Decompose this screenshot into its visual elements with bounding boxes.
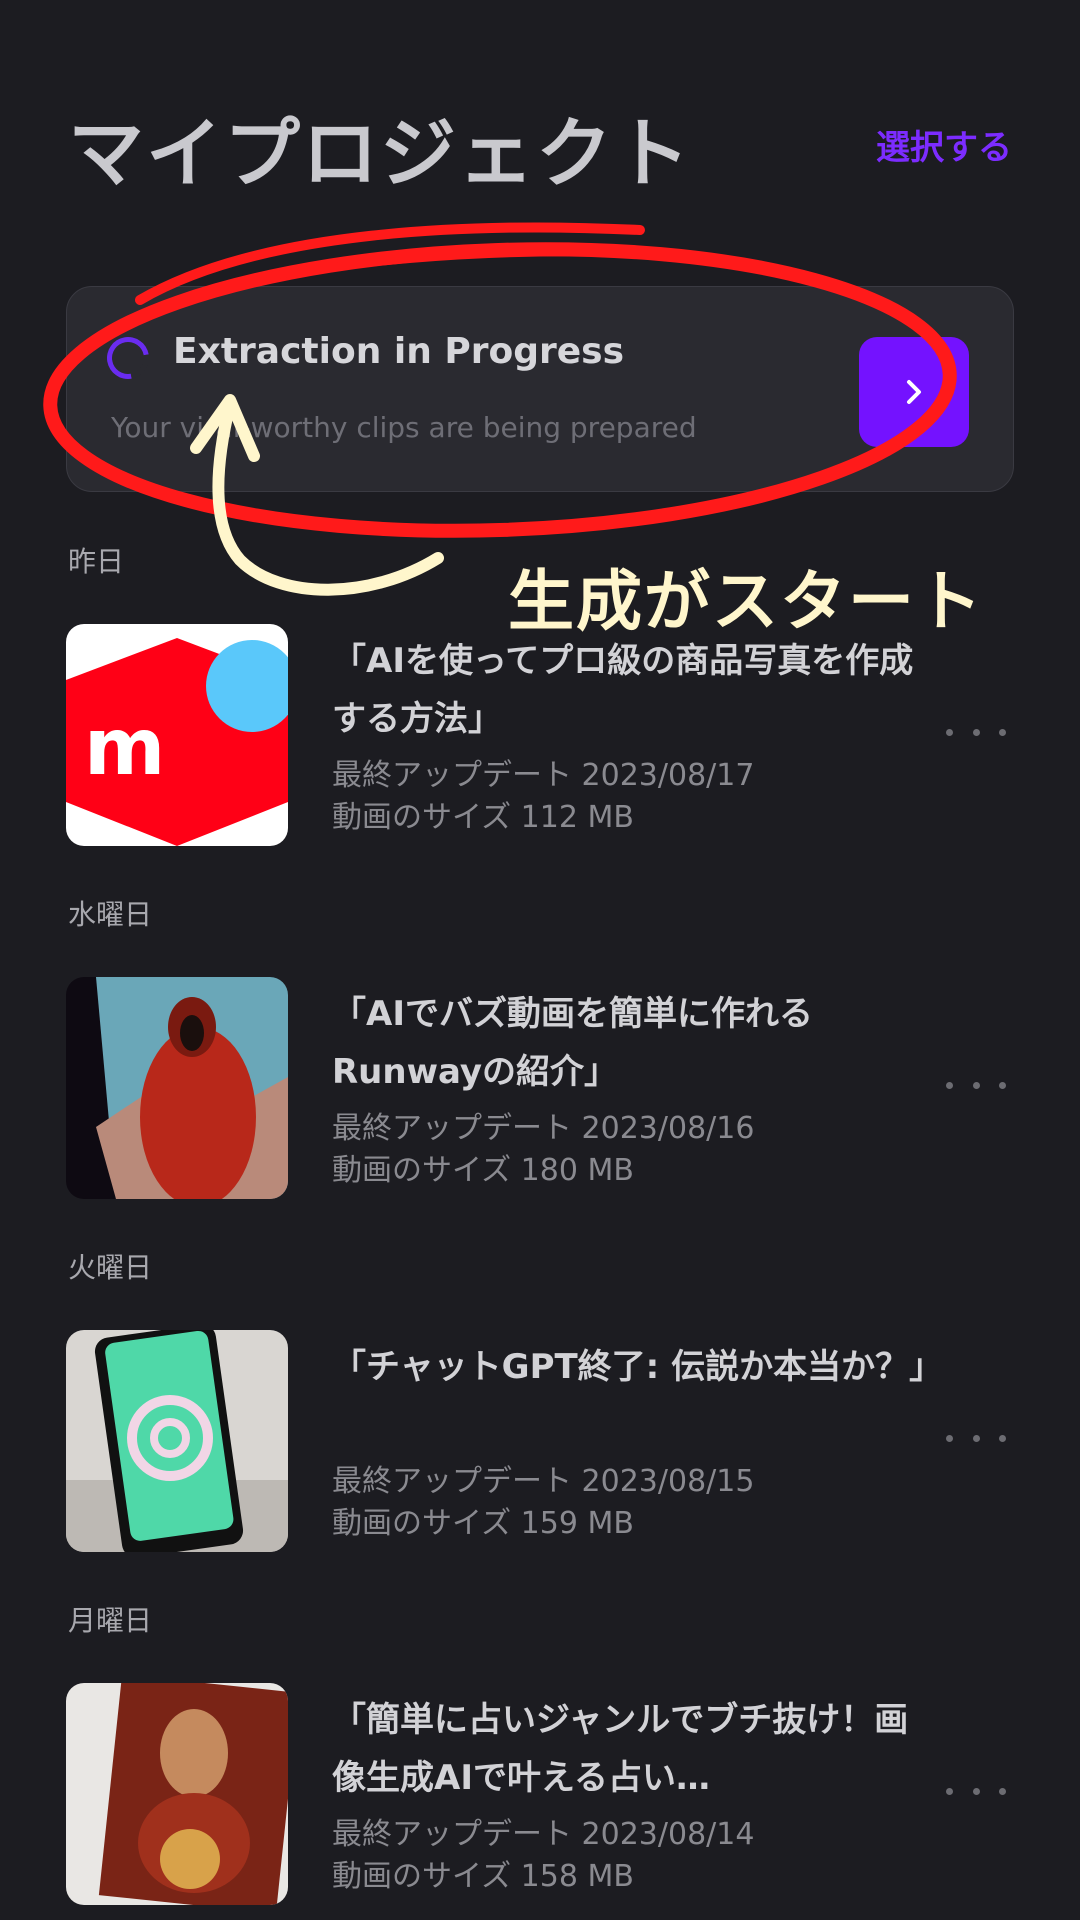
header: マイプロジェクト 選択する xyxy=(68,92,1012,198)
section-label: 水曜日 xyxy=(68,898,153,931)
open-extraction-button[interactable] xyxy=(859,337,969,447)
updated-date: 最終アップデート 2023/08/15 xyxy=(332,1464,755,1499)
project-thumbnail xyxy=(66,977,288,1199)
more-options-icon[interactable] xyxy=(946,1418,1006,1458)
page-title: マイプロジェクト xyxy=(68,109,692,198)
project-title: 「簡単に占いジャンルでブチ抜け！画像生成AIで叶える占い… xyxy=(332,1700,909,1798)
project-thumbnail xyxy=(66,1683,288,1905)
more-options-icon[interactable] xyxy=(946,1065,1006,1105)
more-options-icon[interactable] xyxy=(946,1771,1006,1811)
extraction-subtitle: Your viral-worthy clips are being prepar… xyxy=(111,411,697,444)
project-item[interactable]: m 「AIを使ってプロ級の商品写真を作成する方法」 最終アップデート 2023/… xyxy=(66,624,1014,846)
updated-date: 最終アップデート 2023/08/14 xyxy=(332,1817,755,1852)
section-label: 月曜日 xyxy=(68,1604,153,1637)
extraction-progress-card[interactable]: Extraction in Progress Your viral-worthy… xyxy=(66,286,1014,492)
section-label: 火曜日 xyxy=(68,1251,153,1284)
project-item[interactable]: 「AIでバズ動画を簡単に作れるRunwayの紹介」 最終アップデート 2023/… xyxy=(66,977,1014,1199)
project-thumbnail: m xyxy=(66,624,288,846)
chevron-right-icon xyxy=(907,380,921,404)
svg-text:m: m xyxy=(84,703,165,793)
video-size: 動画のサイズ 159 MB xyxy=(332,1506,634,1541)
updated-date: 最終アップデート 2023/08/16 xyxy=(332,1111,755,1146)
project-item[interactable]: 「チャットGPT終了: 伝説か本当か？」 最終アップデート 2023/08/15… xyxy=(66,1330,1014,1552)
project-thumbnail xyxy=(66,1330,288,1552)
loading-spinner-icon xyxy=(98,328,158,388)
select-button[interactable]: 選択する xyxy=(876,120,1012,169)
project-title: 「チャットGPT終了: 伝説か本当か？」 xyxy=(332,1347,932,1387)
project-title: 「AIでバズ動画を簡単に作れるRunwayの紹介」 xyxy=(332,994,813,1092)
extraction-title: Extraction in Progress xyxy=(173,331,625,372)
section-label: 昨日 xyxy=(68,545,125,578)
project-title: 「AIを使ってプロ級の商品写真を作成する方法」 xyxy=(332,641,914,739)
project-item[interactable]: 「簡単に占いジャンルでブチ抜け！画像生成AIで叶える占い… 最終アップデート 2… xyxy=(66,1683,1014,1905)
video-size: 動画のサイズ 158 MB xyxy=(332,1859,634,1894)
video-size: 動画のサイズ 112 MB xyxy=(332,800,634,835)
video-size: 動画のサイズ 180 MB xyxy=(332,1153,634,1188)
more-options-icon[interactable] xyxy=(946,712,1006,752)
updated-date: 最終アップデート 2023/08/17 xyxy=(332,758,755,793)
